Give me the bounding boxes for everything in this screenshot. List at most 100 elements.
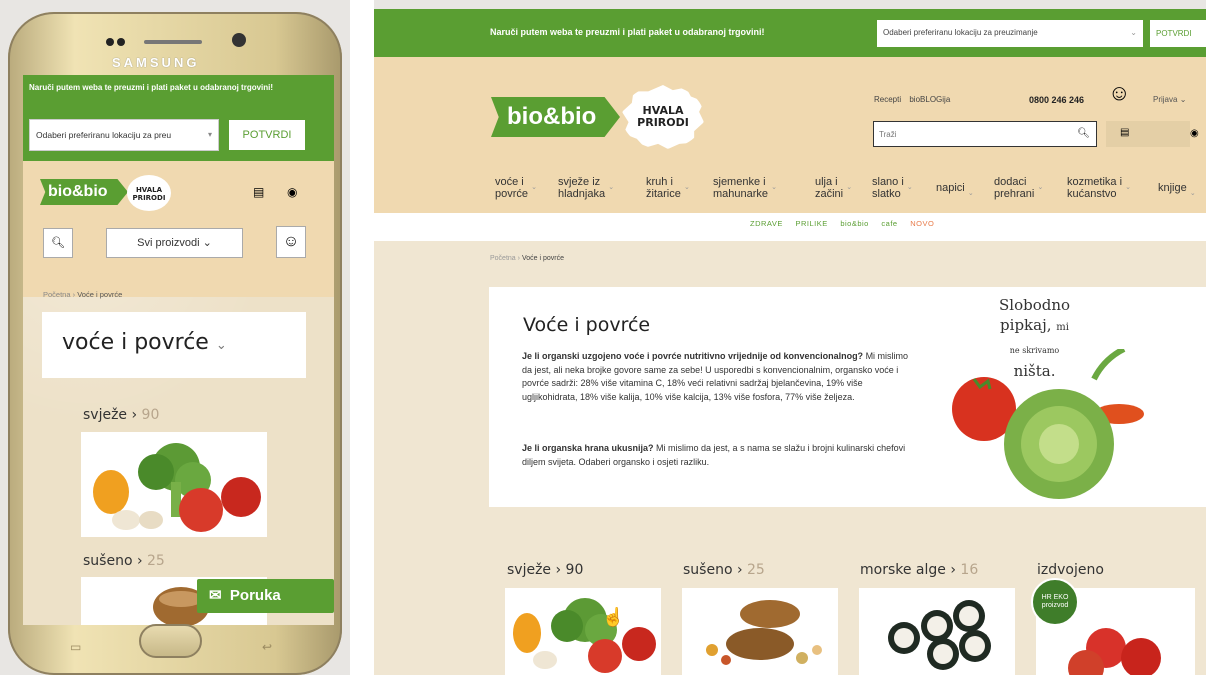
phone-number: 0800 246 246 [1029,95,1085,105]
all-products-label: Svi proizvodi [137,237,200,249]
logo[interactable]: bio&bio [491,97,620,137]
user-icon[interactable]: ◉ [287,185,297,199]
divider [350,0,374,675]
nav-label: knjige [1158,182,1187,194]
phone-screen: Naruči putem weba te preuzmi i plati pak… [23,75,334,625]
category-label: sušeno [83,553,133,569]
nav-label: mahunarke [713,188,769,200]
nav-voce-i-povrce[interactable]: voće i povrće ⌄ [495,176,537,200]
chevron-down-icon: ⌄ [967,190,974,197]
category-count: 90 [565,562,584,578]
nav-label: ulja i [815,176,838,188]
category-count: 25 [747,562,765,578]
hvala-prirodi-badge: HVALA PRIRODI [127,175,171,211]
nav-label: kozmetika i [1067,176,1123,188]
category-label: svježe [507,562,552,578]
dried-fruit-illustration [706,600,822,665]
nav-slano-i-slatko[interactable]: slano i slatko ⌄ [872,176,913,200]
link-bioblogija[interactable]: bioBLOGija [909,95,950,104]
login-dropdown[interactable]: Prijava ⌄ [1153,95,1186,104]
subnav: ZDRAVE PRILIKE bio&bio cafe NOVO [750,219,934,228]
sensor-dot [106,38,114,46]
dried-fruit-image[interactable] [682,588,838,675]
confirm-button[interactable]: POTVRDI [228,119,306,151]
user-icon[interactable]: ◉ [1190,128,1199,139]
fresh-vegetables-image[interactable] [505,588,661,675]
nav-sjemenke-i-mahunarke[interactable]: sjemenke i mahunarke ⌄ [713,176,777,200]
nav-knjige[interactable]: knjige ⌄ [1158,182,1196,197]
breadcrumb-current: Voće i povrće [521,255,564,262]
chevron-down-icon: ⌄ [1179,95,1187,104]
category-title-box[interactable]: voće i povrće ⌄ [42,312,306,378]
subnav-zdrave-prilike[interactable]: ZDRAVE PRILIKE [750,219,828,228]
chevron-down-icon: ⌄ [771,184,778,191]
desktop-banner: Naruči putem weba te preuzmi i plati pak… [374,9,1206,57]
category-link-svjeze[interactable]: svježe › 90 [507,562,583,578]
message-button[interactable]: ✉ Poruka [197,579,334,613]
cabbage-tomato-illustration [952,349,1144,499]
nav-dodaci-prehrani[interactable]: dodaci prehrani ⌄ [994,176,1043,200]
category-count: 16 [960,562,979,578]
category-label: izdvojeno [1037,562,1104,578]
home-button[interactable] [139,624,202,658]
hero-question: Je li organski uzgojeno voće i povrće nu… [522,351,864,361]
recent-apps-icon[interactable]: ▭ [70,640,81,654]
breadcrumb-home[interactable]: Početna [43,290,71,299]
chevron-down-icon: ⌄ [1130,28,1137,37]
all-products-dropdown[interactable]: Svi proizvodi ⌄ [106,228,243,258]
category-link-morske-alge[interactable]: morske alge › 16 [860,562,978,578]
banner-text: Naruči putem weba te preuzmi i plati pak… [29,83,274,92]
category-link-svjeze[interactable]: svježe › 90 [83,407,159,423]
breadcrumb-home[interactable]: Početna [490,255,516,262]
fresh-vegetables-image[interactable] [81,432,267,537]
logo[interactable]: bio&bio [40,179,128,205]
seaweed-sushi-image[interactable] [859,588,1015,675]
sushi-illustration [888,600,991,670]
category-label: morske alge [860,562,946,578]
search-icon[interactable]: 🔍︎ [1077,128,1090,139]
nav-label: povrće [495,188,529,200]
nav-label: kućanstvo [1067,188,1117,200]
search-input[interactable]: Traži 🔍︎ [873,121,1097,147]
page-title-text: voće i povrće [62,330,209,355]
nav-label: napici [936,182,965,194]
nav-label: kruh i [646,176,673,188]
category-count: 90 [141,407,160,423]
nav-napici[interactable]: napici ⌄ [936,182,974,197]
basket-icon[interactable]: ▤ [253,185,264,199]
category-link-izdvojeno[interactable]: izdvojeno [1037,562,1104,578]
chevron-down-icon: ⌄ [1037,184,1044,191]
nav-svjeze-iz-hladnjaka[interactable]: svježe iz hladnjaka ⌄ [558,176,614,200]
vegetables-illustration [513,598,656,673]
envelope-icon: ✉ [209,587,222,604]
nav-label: prehrani [994,188,1035,200]
breadcrumb: Početna › Voće i povrće [490,255,564,262]
link-recepti[interactable]: Recepti [874,95,901,104]
nav-label: slano i [872,176,904,188]
banner-text: Naruči putem weba te preuzmi i plati pak… [490,27,765,37]
nav-kozmetika-i-kucanstvo[interactable]: kozmetika i kućanstvo ⌄ [1067,176,1131,200]
subnav-cafe[interactable]: bio&bio cafe [840,219,897,228]
mascot-icon[interactable]: ☺ [276,226,306,258]
subnav-novo[interactable]: NOVO [910,219,934,228]
back-icon[interactable]: ↩ [262,640,272,654]
chevron-down-icon: ⌄ [202,237,212,249]
breadcrumb: Početna › Voće i povrće [43,290,122,299]
confirm-button[interactable]: POTVRDI [1150,20,1206,47]
category-label: svježe [83,407,128,423]
chevron-down-icon: ⌄ [846,184,853,191]
basket-button[interactable]: ▤ [1106,121,1190,147]
nav-kruh-i-zitarice[interactable]: kruh i žitarice ⌄ [646,176,690,200]
category-link-suseno[interactable]: sušeno › 25 [683,562,765,578]
location-select[interactable]: Odaberi preferiranu lokaciju za preu ▾ [29,119,219,151]
login-label: Prijava [1153,95,1178,104]
nav-label: voće i [495,176,524,188]
hero-paragraph: Je li organska hrana ukusnija? Mi mislim… [522,442,914,469]
page-title: voće i povrće ⌄ [62,330,227,355]
location-select[interactable]: Odaberi preferiranu lokaciju za preuzima… [877,20,1143,47]
category-link-suseno[interactable]: sušeno › 25 [83,553,165,569]
nav-ulja-i-zacini[interactable]: ulja i začini ⌄ [815,176,852,200]
nav-label: slatko [872,188,901,200]
search-icon[interactable]: 🔍︎ [43,228,73,258]
main-nav: voće i povrće ⌄ svježe iz hladnjaka ⌄ kruh i… [495,176,1206,206]
